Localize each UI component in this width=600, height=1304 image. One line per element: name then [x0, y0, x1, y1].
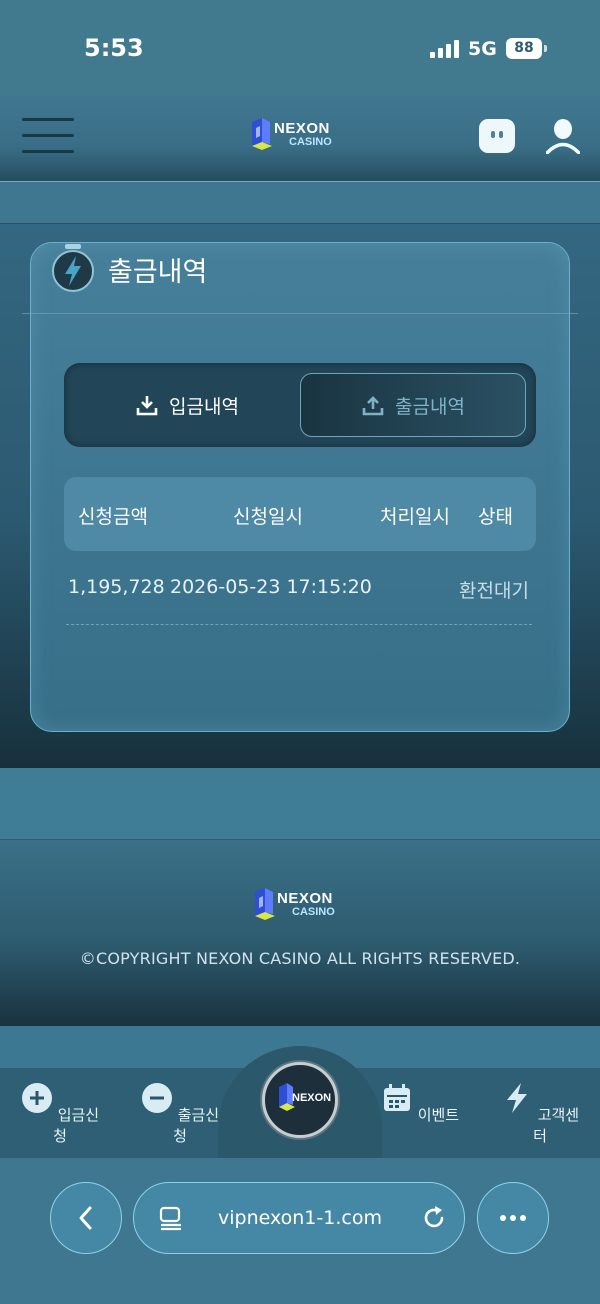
column-header-amount: 신청금액 [78, 506, 148, 528]
minus-circle-icon [141, 1083, 172, 1113]
cell-request-date: 2026-05-23 17:15:20 [170, 576, 372, 598]
sub-navigation-bar [0, 182, 600, 224]
logo-subtext: CASINO [289, 136, 332, 148]
url-text: vipnexon1-1.com [218, 1207, 382, 1229]
nav-customer-center[interactable]: 고객센터 [500, 1082, 580, 1146]
download-icon [136, 396, 158, 416]
nav-label: 입금신청 [53, 1106, 100, 1145]
table-header: 신청금액 신청일시 처리일시 상태 [64, 477, 536, 551]
tab-label: 출금내역 [395, 395, 465, 418]
cell-amount: 1,195,728 [68, 576, 165, 598]
status-time: 5:53 [84, 34, 144, 62]
column-header-status: 상태 [478, 506, 513, 528]
nav-label: 이벤트 [417, 1106, 460, 1124]
tab-withdrawal-history[interactable]: 출금내역 [300, 373, 526, 437]
logo-text: NEXON [274, 120, 330, 137]
tab-deposit-history[interactable]: 입금내역 [74, 373, 300, 437]
page-menu-icon[interactable] [158, 1205, 184, 1231]
chat-button[interactable] [479, 119, 515, 153]
signal-icon [430, 40, 460, 58]
stopwatch-lightning-icon [52, 244, 94, 292]
cell-status: 환전대기 [459, 580, 529, 602]
network-label: 5G [468, 38, 497, 60]
app-header: NEXON CASINO [0, 96, 600, 182]
nexon-casino-logo[interactable]: NEXON CASINO [248, 114, 348, 154]
browser-more-button[interactable] [477, 1182, 549, 1254]
page-title: 출금내역 [108, 257, 208, 288]
nav-label: 출금신청 [173, 1106, 220, 1145]
logo-subtext: CASINO [292, 906, 335, 918]
hamburger-menu-button[interactable] [22, 116, 76, 156]
battery-icon: 88 [506, 38, 547, 59]
lightning-icon [506, 1083, 527, 1113]
footer-logo: NEXON CASINO [251, 884, 351, 924]
plus-circle-icon [21, 1083, 52, 1113]
nav-deposit-request[interactable]: 입금신청 [20, 1082, 100, 1146]
upload-icon [362, 396, 384, 416]
reload-icon[interactable] [420, 1204, 448, 1232]
copyright-text: ©COPYRIGHT NEXON CASINO ALL RIGHTS RESER… [79, 949, 521, 968]
column-header-request-date: 신청일시 [233, 506, 303, 528]
logo-cube-icon [255, 888, 275, 920]
logo-text: NEXON [277, 890, 333, 907]
column-header-processed-date: 처리일시 [380, 506, 450, 528]
more-dots-icon [500, 1215, 526, 1221]
logo-cube-icon [252, 118, 272, 150]
nav-label: 고객센터 [533, 1106, 580, 1145]
nav-withdrawal-request[interactable]: 출금신청 [140, 1082, 220, 1146]
status-bar: 5:53 5G 88 [0, 0, 600, 96]
tab-label: 입금내역 [169, 395, 239, 418]
row-divider [66, 624, 532, 625]
chevron-left-icon [79, 1206, 92, 1230]
browser-back-button[interactable] [50, 1182, 122, 1254]
nav-home-logo-button[interactable]: NEXON [262, 1062, 338, 1138]
address-bar[interactable]: vipnexon1-1.com [133, 1182, 465, 1254]
footer-band [0, 768, 600, 840]
calendar-icon [383, 1084, 410, 1111]
panel-divider [22, 313, 578, 314]
home-logo-text: NEXON [292, 1092, 332, 1104]
nav-events[interactable]: 이벤트 [380, 1082, 460, 1125]
table-row: 1,195,728 2026-05-23 17:15:20 환전대기 [64, 562, 536, 622]
user-profile-icon[interactable] [546, 118, 580, 154]
footer [0, 840, 600, 1026]
history-tab-group: 입금내역 출금내역 [64, 363, 536, 447]
